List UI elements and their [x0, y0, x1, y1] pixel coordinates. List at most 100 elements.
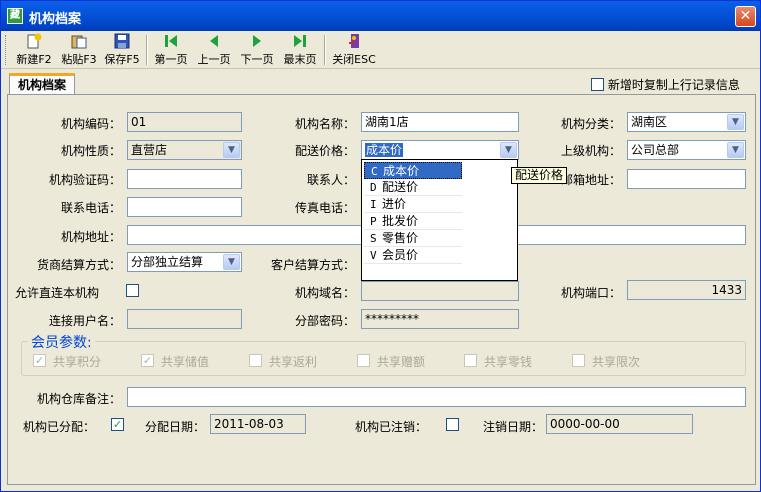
next-page-icon — [248, 33, 266, 49]
domain-label: 机构域名： — [294, 286, 355, 300]
org-category-combo[interactable]: 湖南区 ▼ — [627, 112, 746, 132]
org-code-field[interactable]: 01 — [127, 112, 242, 132]
close-esc-button[interactable]: 关闭ESC — [331, 33, 377, 67]
paste-button[interactable]: 粘贴F3 — [58, 33, 100, 67]
share-change-checkbox[interactable] — [464, 354, 477, 367]
dropdown-item-cost-price[interactable]: C 成本价 — [364, 162, 462, 179]
save-disk-icon — [113, 33, 131, 49]
cancel-date-field[interactable]: 0000-00-00 — [546, 414, 693, 434]
delivery-price-tooltip: 配送价格 — [511, 167, 568, 184]
warehouse-note-field[interactable] — [127, 387, 746, 407]
toolbar-separator — [324, 35, 326, 65]
org-name-field[interactable]: 湖南1店 — [361, 112, 519, 132]
copy-prev-checkbox[interactable] — [591, 78, 604, 91]
dropdown-item-member-price[interactable]: V 会员价 — [364, 247, 462, 264]
dropdown-item-delivery-price[interactable]: D 配送价 — [364, 179, 462, 196]
window-title: 机构档案 — [29, 12, 82, 27]
delivery-price-label: 配送价格： — [294, 144, 355, 158]
assign-date-label: 分配日期： — [144, 420, 205, 434]
port-field[interactable]: 1433 — [627, 280, 746, 300]
main-window: 藏 机构档案 ✕ 新建F2 粘贴F3 保存F5 第一页 上一页 下一页 最末页 … — [0, 0, 761, 492]
conn-user-field[interactable] — [127, 309, 242, 329]
share-change-label: 共享零钱 — [484, 355, 533, 369]
new-doc-icon — [25, 33, 43, 49]
parent-org-value: 公司总部 — [631, 143, 680, 157]
port-label: 机构端口： — [560, 286, 621, 300]
sub-password-label: 分部密码： — [294, 314, 355, 328]
copy-prev-label: 新增时复制上行记录信息 — [607, 78, 740, 92]
chevron-down-icon[interactable]: ▼ — [727, 114, 744, 130]
chevron-down-icon[interactable]: ▼ — [223, 142, 240, 158]
contact-label: 联系人： — [306, 173, 355, 187]
share-stored-value-label: 共享储值 — [161, 355, 210, 369]
last-page-icon — [291, 33, 309, 49]
fax-label: 传真电话： — [294, 201, 355, 215]
toolbar-separator — [146, 35, 148, 65]
share-limit-checkbox[interactable] — [572, 354, 585, 367]
share-gift-checkbox[interactable] — [357, 354, 370, 367]
share-rebate-label: 共享返利 — [269, 355, 318, 369]
save-button[interactable]: 保存F5 — [102, 33, 142, 67]
app-logo-icon: 藏 — [7, 8, 23, 24]
supplier-settle-label: 货商结算方式： — [36, 258, 121, 272]
org-category-value: 湖南区 — [631, 115, 668, 129]
domain-field[interactable] — [361, 281, 519, 301]
dropdown-item-purchase-price[interactable]: I 进价 — [364, 196, 462, 213]
delivery-price-dropdown[interactable]: C 成本价 D 配送价 I 进价 P 批发价 S 零售价 V 会员价 — [361, 159, 518, 281]
customer-settle-label: 客户结算方式： — [270, 258, 355, 272]
parent-org-combo[interactable]: 公司总部 ▼ — [627, 140, 746, 160]
dropdown-item-wholesale-price[interactable]: P 批发价 — [364, 213, 462, 230]
org-category-label: 机构分类： — [560, 117, 621, 131]
toolbar: 新建F2 粘贴F3 保存F5 第一页 上一页 下一页 最末页 关闭ESC — [1, 31, 760, 69]
sub-password-field[interactable]: ********* — [361, 309, 519, 329]
address-label: 机构地址： — [60, 230, 121, 244]
chevron-down-icon[interactable]: ▼ — [727, 142, 744, 158]
org-nature-combo[interactable]: 直营店 ▼ — [127, 140, 242, 160]
chevron-down-icon[interactable]: ▼ — [500, 142, 517, 158]
share-points-checkbox[interactable]: ✓ — [33, 354, 46, 367]
share-rebate-checkbox[interactable] — [249, 354, 262, 367]
verify-code-field[interactable] — [127, 169, 242, 189]
conn-user-label: 连接用户名： — [48, 314, 121, 328]
org-code-label: 机构编码： — [60, 117, 121, 131]
org-name-label: 机构名称： — [294, 117, 355, 131]
chevron-down-icon[interactable]: ▼ — [223, 254, 240, 270]
copy-prev-record-option[interactable]: 新增时复制上行记录信息 — [591, 76, 740, 93]
phone-label: 联系电话： — [60, 201, 121, 215]
prev-page-icon — [205, 33, 223, 49]
org-nature-value: 直营店 — [131, 143, 168, 157]
prev-page-button[interactable]: 上一页 — [194, 33, 234, 67]
exit-door-icon — [345, 33, 363, 49]
dropdown-item-retail-price[interactable]: S 零售价 — [364, 230, 462, 247]
last-page-button[interactable]: 最末页 — [280, 33, 320, 67]
share-limit-label: 共享限次 — [592, 355, 641, 369]
close-icon[interactable]: ✕ — [735, 6, 756, 27]
zip-field[interactable] — [627, 169, 746, 189]
cancel-date-label: 注销日期： — [482, 420, 543, 434]
assigned-checkbox[interactable]: ✓ — [111, 418, 124, 431]
share-points-label: 共享积分 — [53, 355, 102, 369]
new-button[interactable]: 新建F2 — [13, 33, 55, 67]
paste-icon — [70, 33, 88, 49]
delivery-price-combo[interactable]: 成本价 ▼ — [361, 140, 519, 160]
cancelled-checkbox[interactable] — [446, 418, 459, 431]
warehouse-note-label: 机构仓库备注： — [36, 392, 121, 406]
direct-connect-label: 允许直连本机构 — [15, 286, 100, 300]
supplier-settle-combo[interactable]: 分部独立结算 ▼ — [127, 252, 242, 272]
assigned-label: 机构已分配： — [22, 420, 95, 434]
member-params-title: 会员参数: — [28, 332, 95, 352]
direct-connect-checkbox[interactable] — [126, 284, 139, 297]
tab-org-archive[interactable]: 机构档案 — [9, 73, 75, 95]
supplier-settle-value: 分部独立结算 — [131, 255, 204, 269]
phone-field[interactable] — [127, 197, 242, 217]
toolbar-grip[interactable] — [5, 35, 8, 65]
parent-org-label: 上级机构： — [560, 144, 621, 158]
delivery-price-value: 成本价 — [365, 143, 404, 157]
share-gift-label: 共享赠额 — [377, 355, 426, 369]
cancelled-label: 机构已注销： — [354, 420, 427, 434]
title-bar[interactable]: 藏 机构档案 ✕ — [1, 1, 760, 31]
first-page-button[interactable]: 第一页 — [151, 33, 191, 67]
assign-date-field[interactable]: 2011-08-03 — [210, 414, 306, 434]
next-page-button[interactable]: 下一页 — [237, 33, 277, 67]
share-stored-value-checkbox[interactable]: ✓ — [141, 354, 154, 367]
